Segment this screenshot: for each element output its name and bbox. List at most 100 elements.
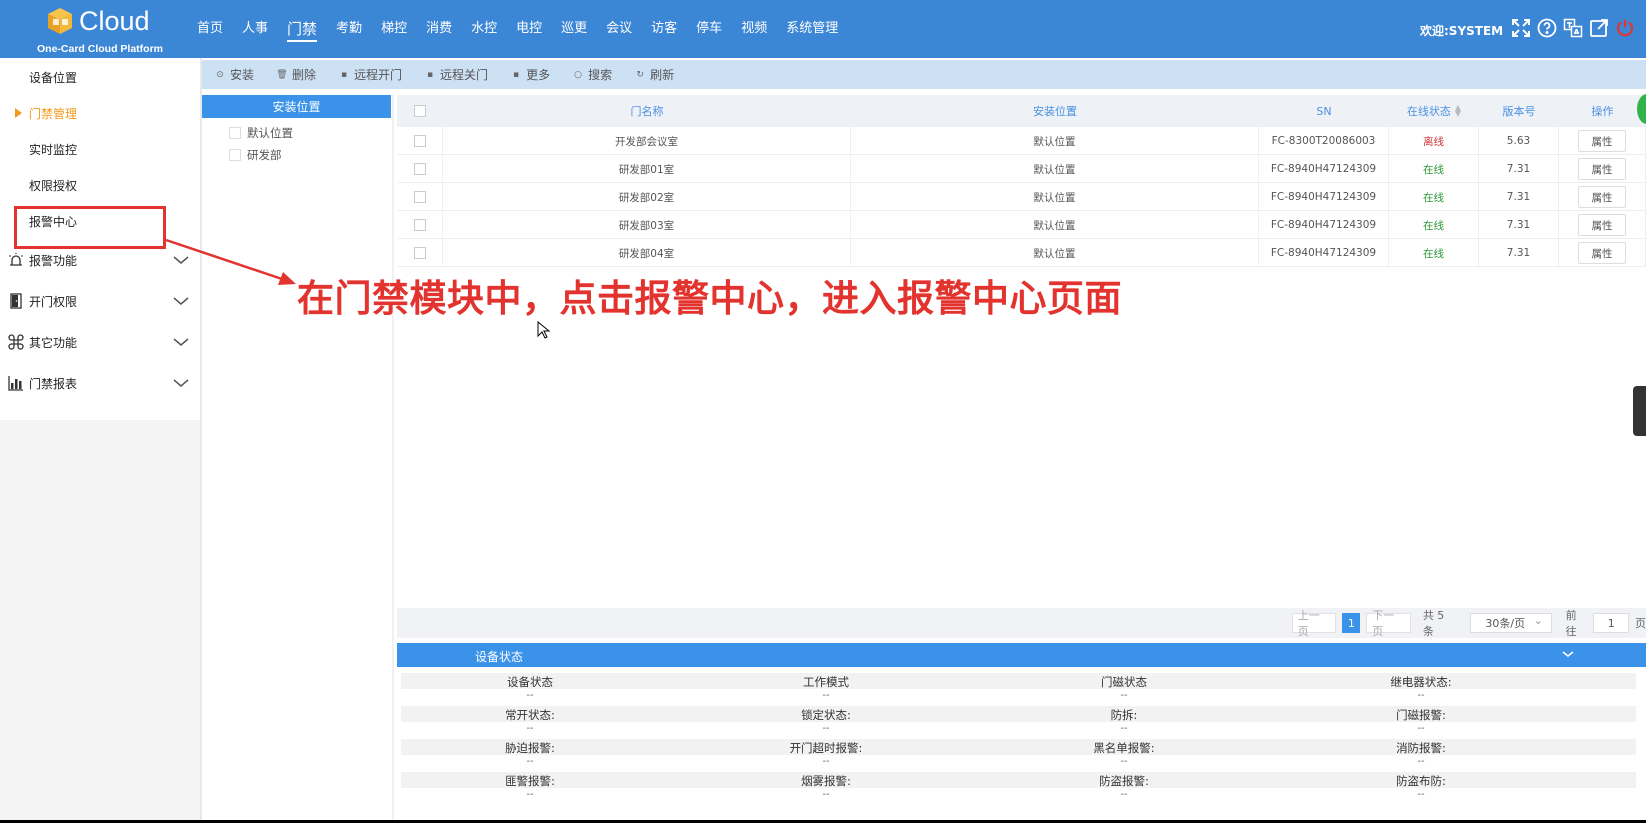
properties-button[interactable]: 属性	[1578, 242, 1626, 264]
side-panel-handle[interactable]	[1633, 386, 1646, 436]
help-icon[interactable]	[1536, 17, 1558, 39]
cell-door-name: 研发部04室	[443, 239, 851, 267]
install-button[interactable]: ⊙ 安装	[215, 66, 254, 83]
nav-item[interactable]: 首页	[197, 0, 223, 58]
search-button[interactable]: ○ 搜索	[573, 66, 612, 83]
remote-open-button[interactable]: ▪ 远程开门	[339, 66, 402, 83]
status-value: --	[526, 723, 534, 734]
cell-sn: FC-8940H47124309	[1259, 183, 1389, 211]
table-row[interactable]: 研发部04室 默认位置 FC-8940H47124309 在线 7.31 属性	[397, 239, 1646, 267]
col-version[interactable]: 版本号	[1479, 95, 1559, 127]
nav-item[interactable]: 门禁	[287, 0, 318, 58]
sort-icon[interactable]: ▲ ▼	[1455, 104, 1461, 118]
properties-button[interactable]: 属性	[1578, 158, 1626, 180]
sidebar-item-permission-auth[interactable]: 权限授权	[0, 170, 200, 200]
nav-item[interactable]: 停车	[696, 0, 722, 58]
row-checkbox-cell[interactable]	[397, 183, 443, 211]
power-icon[interactable]	[1614, 17, 1636, 39]
mouse-cursor-icon	[537, 321, 551, 339]
cell-location: 默认位置	[851, 211, 1259, 239]
status-label: 开门超时报警:	[789, 741, 863, 755]
remote-close-button[interactable]: ▪ 远程关门	[425, 66, 488, 83]
nav-item[interactable]: 会议	[606, 0, 632, 58]
goto-page-input[interactable]: 1	[1593, 613, 1630, 633]
device-status-title: 设备状态	[475, 650, 524, 664]
page-unit-label: 页	[1635, 617, 1646, 630]
select-all-checkbox[interactable]	[397, 95, 443, 127]
nav-item[interactable]: 访客	[651, 0, 677, 58]
nav-item[interactable]: 视频	[741, 0, 767, 58]
sidebar-group-door-permission[interactable]: 开门权限	[0, 286, 200, 316]
nav-item[interactable]: 电控	[516, 0, 542, 58]
page-size-select[interactable]: 30条/页	[1470, 613, 1552, 633]
cell-action: 属性	[1559, 183, 1646, 211]
table-row[interactable]: 研发部03室 默认位置 FC-8940H47124309 在线 7.31 属性	[397, 211, 1646, 239]
row-checkbox-cell[interactable]	[397, 127, 443, 155]
location-tree: 安装位置 默认位置 研发部	[202, 95, 392, 820]
row-checkbox[interactable]	[413, 163, 426, 175]
tree-item-label: 默认位置	[247, 126, 293, 140]
nav-item[interactable]: 考勤	[336, 0, 362, 58]
more-button[interactable]: ▪ 更多	[511, 66, 550, 83]
install-label: 安装	[230, 68, 255, 82]
device-status-header[interactable]: 设备状态	[397, 643, 1646, 667]
row-checkbox-cell[interactable]	[397, 239, 443, 267]
status-label: 继电器状态:	[1390, 675, 1452, 689]
nav-item[interactable]: 梯控	[381, 0, 407, 58]
nav-item[interactable]: 水控	[471, 0, 497, 58]
table-row[interactable]: 开发部会议室 默认位置 FC-8300T20086003 离线 5.63 属性	[397, 127, 1646, 155]
cell-status: 离线	[1389, 127, 1479, 155]
row-checkbox[interactable]	[413, 247, 426, 259]
nav-item[interactable]: 人事	[242, 0, 268, 58]
status-value: --	[526, 756, 534, 767]
cell-version: 7.31	[1479, 211, 1559, 239]
tree-checkbox[interactable]	[229, 149, 241, 161]
refresh-button[interactable]: ↻ 刷新	[635, 66, 674, 83]
row-checkbox-cell[interactable]	[397, 155, 443, 183]
chevron-down-icon[interactable]	[1562, 649, 1574, 659]
sidebar-group-other-functions[interactable]: 其它功能	[0, 327, 200, 357]
table-row[interactable]: 研发部02室 默认位置 FC-8940H47124309 在线 7.31 属性	[397, 183, 1646, 211]
sidebar-item-device-location[interactable]: 设备位置	[0, 62, 200, 92]
properties-button[interactable]: 属性	[1578, 214, 1626, 236]
device-status-panel: 设备状态 -- 工作模式 -- 门磁状态 -- 继电器状态: -- 常开状态: -- 锁定状态: --…	[397, 667, 1646, 820]
col-door-name[interactable]: 门名称	[443, 95, 851, 127]
row-checkbox[interactable]	[413, 219, 426, 231]
fullscreen-icon[interactable]	[1510, 17, 1532, 39]
sidebar-group-alarm[interactable]: 报警功能	[0, 245, 200, 275]
status-value: --	[822, 690, 830, 701]
command-icon	[8, 334, 24, 350]
current-page-button[interactable]: 1	[1342, 613, 1361, 633]
col-action: 操作	[1591, 105, 1614, 118]
col-sn[interactable]: SN	[1259, 95, 1389, 127]
location-tree-title: 安装位置	[202, 95, 391, 118]
table-row[interactable]: 研发部01室 默认位置 FC-8940H47124309 在线 7.31 属性	[397, 155, 1646, 183]
translate-icon[interactable]	[1562, 17, 1584, 39]
external-link-icon[interactable]	[1588, 17, 1610, 39]
chevron-down-icon	[173, 379, 189, 387]
col-location[interactable]: 安装位置	[851, 95, 1259, 127]
row-checkbox-cell[interactable]	[397, 211, 443, 239]
properties-button[interactable]: 属性	[1578, 130, 1626, 152]
nav-item[interactable]: 消费	[426, 0, 452, 58]
tree-checkbox[interactable]	[229, 127, 241, 139]
sidebar-item-realtime-monitor[interactable]: 实时监控	[0, 134, 200, 164]
status-label: 常开状态:	[505, 708, 555, 722]
nav-item[interactable]: 系统管理	[786, 0, 838, 58]
next-page-button[interactable]: 下一页	[1366, 609, 1411, 638]
properties-button[interactable]: 属性	[1578, 186, 1626, 208]
nav-item[interactable]: 巡更	[561, 0, 587, 58]
status-value: --	[1120, 690, 1128, 701]
col-status-label: 在线状态	[1406, 105, 1451, 118]
tree-item-rd-dept[interactable]: 研发部	[229, 147, 282, 163]
col-status[interactable]: 在线状态 ▲ ▼	[1389, 95, 1479, 127]
tree-item-default-location[interactable]: 默认位置	[229, 125, 293, 141]
status-label: 防盗布防:	[1396, 774, 1446, 788]
row-checkbox[interactable]	[413, 135, 426, 147]
row-checkbox[interactable]	[413, 191, 426, 203]
sidebar-group-label: 其它功能	[29, 335, 78, 350]
delete-button[interactable]: 🗑 删除	[276, 66, 316, 83]
prev-page-button[interactable]: 上一页	[1291, 609, 1337, 638]
sidebar-group-access-report[interactable]: 门禁报表	[0, 368, 200, 398]
sidebar-item-access-management[interactable]: 门禁管理	[0, 98, 200, 128]
